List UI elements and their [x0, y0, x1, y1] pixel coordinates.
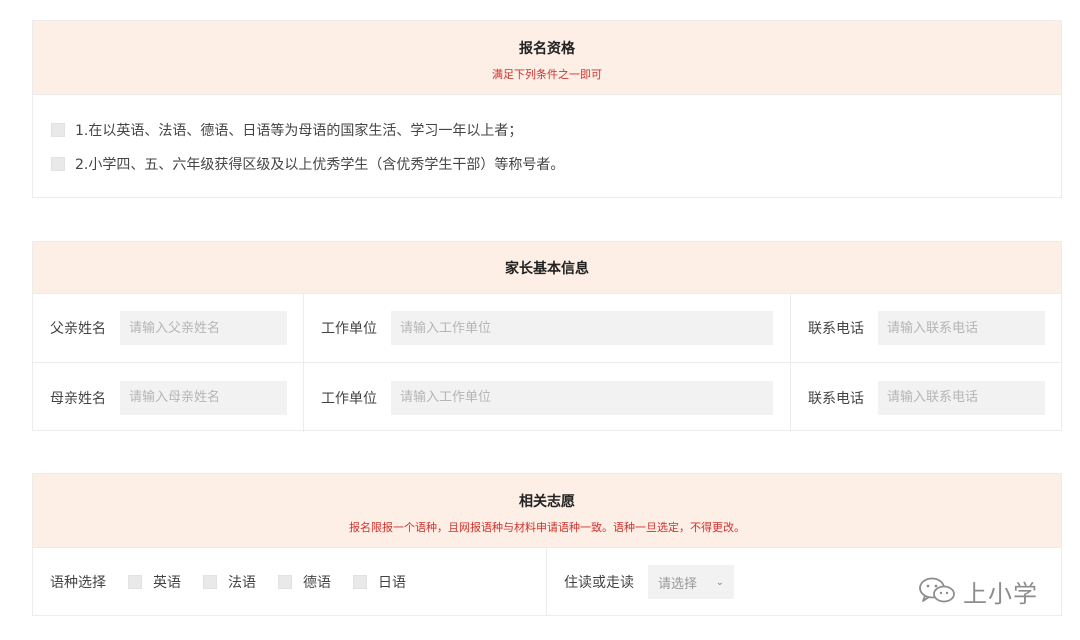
father-work-cell: 工作单位 [304, 294, 791, 362]
condition-label: 1.在以英语、法语、德语、日语等为母语的国家生活、学习一年以上者； [75, 123, 523, 139]
language-checkbox[interactable] [278, 575, 292, 589]
condition-checkbox[interactable] [51, 157, 65, 171]
boarding-select[interactable]: 请选择 ⌄ [648, 565, 734, 599]
condition-checkbox[interactable] [51, 123, 65, 137]
mother-row: 母亲姓名 工作单位 联系电话 [33, 363, 1061, 432]
boarding-select-value: 请选择 [658, 576, 698, 592]
mother-name-label: 母亲姓名 [50, 390, 106, 407]
language-checkbox[interactable] [128, 575, 142, 589]
language-option-english[interactable]: 英语 [128, 572, 181, 592]
condition-list: 1.在以英语、法语、德语、日语等为母语的国家生活、学习一年以上者； 2.小学四、… [33, 95, 1061, 181]
preference-header: 相关志愿 报名限报一个语种，且网报语种与材料申请语种一致。语种一旦选定，不得更改… [33, 474, 1061, 548]
father-row: 父亲姓名 工作单位 联系电话 [33, 294, 1061, 363]
preference-section: 相关志愿 报名限报一个语种，且网报语种与材料申请语种一致。语种一旦选定，不得更改… [32, 473, 1062, 616]
wechat-icon [917, 575, 957, 609]
language-option-french[interactable]: 法语 [203, 572, 256, 592]
preference-row: 语种选择 英语 法语 德语 日语 住读或走读 请选择 ⌄ [33, 548, 1061, 616]
eligibility-header: 报名资格 满足下列条件之一即可 [33, 21, 1061, 95]
language-label: 语种选择 [50, 575, 106, 591]
language-select-cell: 语种选择 英语 法语 德语 日语 [33, 548, 547, 616]
father-work-label: 工作单位 [321, 321, 377, 337]
language-option-german[interactable]: 德语 [278, 572, 331, 592]
mother-phone-cell: 联系电话 [791, 363, 1062, 432]
father-phone-label: 联系电话 [808, 321, 864, 337]
chevron-down-icon: ⌄ [715, 576, 724, 588]
eligibility-subtitle: 满足下列条件之一即可 [492, 68, 602, 81]
father-phone-cell: 联系电话 [791, 294, 1062, 362]
mother-work-label: 工作单位 [321, 390, 377, 407]
language-checkbox[interactable] [203, 575, 217, 589]
mother-phone-input[interactable] [878, 380, 1045, 415]
mother-work-cell: 工作单位 [304, 363, 791, 432]
watermark-text: 上小学 [963, 580, 1038, 608]
language-option-japanese[interactable]: 日语 [353, 572, 406, 592]
father-name-label: 父亲姓名 [50, 321, 106, 337]
father-name-input[interactable] [120, 311, 287, 345]
mother-name-input[interactable] [120, 380, 287, 415]
language-checkbox[interactable] [353, 575, 367, 589]
mother-phone-label: 联系电话 [808, 390, 864, 407]
language-option-label: 英语 [153, 575, 181, 591]
language-option-label: 德语 [303, 575, 331, 591]
boarding-label: 住读或走读 [564, 575, 634, 591]
eligibility-title: 报名资格 [519, 41, 575, 57]
parent-info-title: 家长基本信息 [505, 260, 589, 277]
eligibility-section: 报名资格 满足下列条件之一即可 1.在以英语、法语、德语、日语等为母语的国家生活… [32, 20, 1062, 198]
preference-subtitle: 报名限报一个语种，且网报语种与材料申请语种一致。语种一旦选定，不得更改。 [349, 521, 745, 534]
condition-item[interactable]: 2.小学四、五、六年级获得区级及以上优秀学生（含优秀学生干部）等称号者。 [33, 147, 1061, 181]
parent-info-section: 家长基本信息 父亲姓名 工作单位 联系电话 母亲姓名 工作单位 联系电话 [32, 241, 1062, 432]
father-name-cell: 父亲姓名 [33, 294, 304, 362]
condition-label: 2.小学四、五、六年级获得区级及以上优秀学生（含优秀学生干部）等称号者。 [75, 157, 565, 173]
mother-name-cell: 母亲姓名 [33, 363, 304, 432]
father-work-input[interactable] [391, 311, 773, 345]
parent-info-header: 家长基本信息 [33, 242, 1061, 294]
language-option-label: 日语 [378, 575, 406, 591]
preference-title: 相关志愿 [519, 494, 575, 510]
condition-item[interactable]: 1.在以英语、法语、德语、日语等为母语的国家生活、学习一年以上者； [33, 113, 1061, 147]
language-option-label: 法语 [228, 575, 256, 591]
mother-work-input[interactable] [391, 380, 773, 415]
watermark: 上小学 [917, 574, 1038, 609]
father-phone-input[interactable] [878, 311, 1045, 345]
